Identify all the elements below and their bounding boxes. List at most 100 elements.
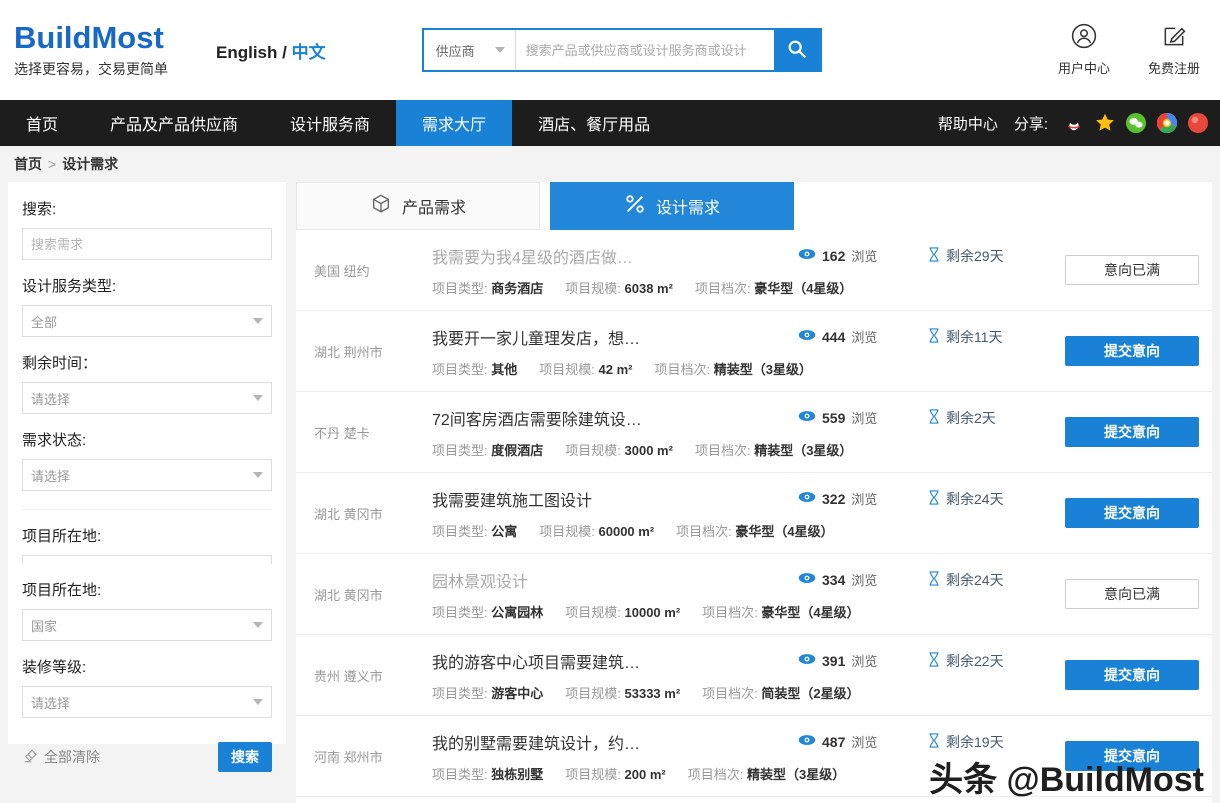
project-grade-label: 项目档次: (695, 443, 751, 458)
lang-chinese[interactable]: 中文 (292, 43, 326, 62)
project-scale-value: 200 m² (625, 767, 666, 782)
nav-item-hotel-supplies[interactable]: 酒店、餐厅用品 (512, 100, 676, 146)
breadcrumb-separator: > (48, 156, 56, 172)
views-count: 162 (822, 248, 845, 264)
demand-row[interactable]: 湖北 荆州市 我要开一家儿童理发店，想… 444 浏览 剩余11天 (296, 311, 1212, 392)
demand-remaining: 剩余24天 (928, 570, 1046, 590)
project-scale-label: 项目规模: (565, 281, 621, 296)
search-input[interactable] (516, 30, 774, 70)
demand-location: 湖北 黄冈市 (296, 585, 432, 604)
demand-title[interactable]: 我的别墅需要建筑设计，约… (432, 730, 798, 754)
project-scale-value: 42 m² (599, 362, 633, 377)
share-qq-icon[interactable] (1064, 113, 1084, 133)
project-type-label: 项目类型: (432, 524, 488, 539)
demand-action: 提交意向 (1052, 417, 1212, 447)
project-grade-label: 项目档次: (702, 605, 758, 620)
breadcrumb-home[interactable]: 首页 (14, 156, 42, 172)
demand-title[interactable]: 72间客房酒店需要除建筑设… (432, 406, 798, 430)
share-more-icon[interactable] (1157, 113, 1177, 133)
remaining-time-value: 请选择 (31, 389, 70, 408)
tab-design-label: 设计需求 (656, 194, 720, 218)
demand-action: 提交意向 (1052, 498, 1212, 528)
share-weibo-icon[interactable] (1188, 113, 1208, 133)
project-location-select-clipped[interactable] (22, 555, 272, 564)
demand-list: 美国 纽约 我需要为我4星级的酒店做… 162 浏览 剩余29天 (296, 230, 1212, 797)
demand-meta: 项目类型: 公寓项目规模: 60000 m²项目档次: 豪华型（4星级） (432, 521, 1046, 540)
action-button[interactable]: 意向已满 (1065, 255, 1199, 285)
demand-location: 不丹 楚卡 (296, 423, 432, 442)
demand-row[interactable]: 美国 纽约 我需要为我4星级的酒店做… 162 浏览 剩余29天 (296, 230, 1212, 311)
project-grade-label: 项目档次: (654, 362, 710, 377)
main-nav: 首页 产品及产品供应商 设计服务商 需求大厅 酒店、餐厅用品 帮助中心 分享: (0, 100, 1220, 146)
demand-location: 贵州 遵义市 (296, 666, 432, 685)
sidebar-search-button[interactable]: 搜索 (218, 742, 272, 772)
design-tools-icon (624, 193, 646, 220)
project-type-value: 游客中心 (491, 686, 543, 701)
demand-views: 162 浏览 (798, 246, 928, 265)
page-body: 首页>设计需求 搜索: 设计服务类型: 全部 剩余时间： 请选择 需求状态: 请… (0, 146, 1220, 803)
nav-item-home[interactable]: 首页 (0, 100, 84, 146)
tab-product-demand[interactable]: 产品需求 (296, 182, 540, 230)
action-button[interactable]: 意向已满 (1065, 579, 1199, 609)
search-category-select[interactable]: 供应商 (424, 30, 516, 70)
tab-design-demand[interactable]: 设计需求 (550, 182, 794, 230)
filter-search-input[interactable] (22, 228, 272, 260)
project-location-label-2: 项目所在地: (22, 579, 272, 600)
logo[interactable]: BuildMost 选择更容易，交易更简单 (14, 21, 168, 78)
demand-action: 意向已满 (1052, 579, 1212, 609)
action-button[interactable]: 提交意向 (1065, 660, 1199, 690)
project-type-value: 独栋别墅 (491, 767, 543, 782)
project-scale-label: 项目规模: (565, 605, 621, 620)
demand-title[interactable]: 我需要建筑施工图设计 (432, 487, 798, 511)
demand-row[interactable]: 不丹 楚卡 72间客房酒店需要除建筑设… 559 浏览 剩余2天 (296, 392, 1212, 473)
project-grade-label: 项目档次: (676, 524, 732, 539)
project-type-label: 项目类型: (432, 362, 488, 377)
project-scale-value: 53333 m² (625, 686, 681, 701)
demand-content: 我要开一家儿童理发店，想… 444 浏览 剩余11天 项目类型: 其他项目规模:… (432, 325, 1052, 378)
decoration-grade-label: 装修等级: (22, 656, 272, 677)
nav-item-design-services[interactable]: 设计服务商 (264, 100, 396, 146)
demand-row[interactable]: 湖北 黄冈市 园林景观设计 334 浏览 剩余24天 (296, 554, 1212, 635)
lang-english[interactable]: English (216, 43, 277, 62)
clear-all-button[interactable]: 全部清除 (22, 747, 100, 767)
demand-row[interactable]: 贵州 遵义市 我的游客中心项目需要建筑… 391 浏览 剩余22天 (296, 635, 1212, 716)
eye-icon (798, 734, 816, 749)
demand-title[interactable]: 我要开一家儿童理发店，想… (432, 325, 798, 349)
share-qzone-icon[interactable] (1095, 113, 1115, 133)
share-wechat-icon[interactable] (1126, 113, 1146, 133)
demand-views: 391 浏览 (798, 651, 928, 670)
search-button[interactable] (774, 30, 820, 70)
demand-title[interactable]: 我的游客中心项目需要建筑… (432, 649, 798, 673)
remaining-time-select[interactable]: 请选择 (22, 382, 272, 414)
remaining-days: 剩余19天 (946, 732, 1004, 752)
search-icon (786, 38, 808, 63)
action-button[interactable]: 提交意向 (1065, 498, 1199, 528)
watermark: 头条 @BuildMost (929, 752, 1204, 801)
project-type-label: 项目类型: (432, 281, 488, 296)
demand-meta: 项目类型: 公寓园林项目规模: 10000 m²项目档次: 豪华型（4星级） (432, 602, 1046, 621)
demand-status-select[interactable]: 请选择 (22, 459, 272, 491)
service-type-select[interactable]: 全部 (22, 305, 272, 337)
demand-action: 提交意向 (1052, 336, 1212, 366)
project-location-select[interactable]: 国家 (22, 609, 272, 641)
user-center-link[interactable]: 用户中心 (1058, 23, 1110, 77)
action-button[interactable]: 提交意向 (1065, 417, 1199, 447)
eye-icon (798, 572, 816, 587)
demand-status-label: 需求状态: (22, 429, 272, 450)
demand-row[interactable]: 湖北 黄冈市 我需要建筑施工图设计 322 浏览 剩余24天 (296, 473, 1212, 554)
project-type-value: 度假酒店 (491, 443, 543, 458)
project-scale-label: 项目规模: (539, 362, 595, 377)
help-center-link[interactable]: 帮助中心 (938, 113, 998, 134)
demand-title[interactable]: 园林景观设计 (432, 568, 798, 592)
chevron-down-icon (253, 622, 263, 628)
demand-content: 我的游客中心项目需要建筑… 391 浏览 剩余22天 项目类型: 游客中心项目规… (432, 649, 1052, 702)
nav-item-products[interactable]: 产品及产品供应商 (84, 100, 264, 146)
decoration-grade-select[interactable]: 请选择 (22, 686, 272, 718)
project-scale-label: 项目规模: (565, 443, 621, 458)
nav-item-demand-hall[interactable]: 需求大厅 (396, 100, 512, 146)
action-button[interactable]: 提交意向 (1065, 336, 1199, 366)
register-label: 免费注册 (1148, 58, 1200, 77)
register-link[interactable]: 免费注册 (1148, 23, 1200, 77)
demand-title[interactable]: 我需要为我4星级的酒店做… (432, 244, 798, 268)
cube-icon (370, 193, 392, 220)
